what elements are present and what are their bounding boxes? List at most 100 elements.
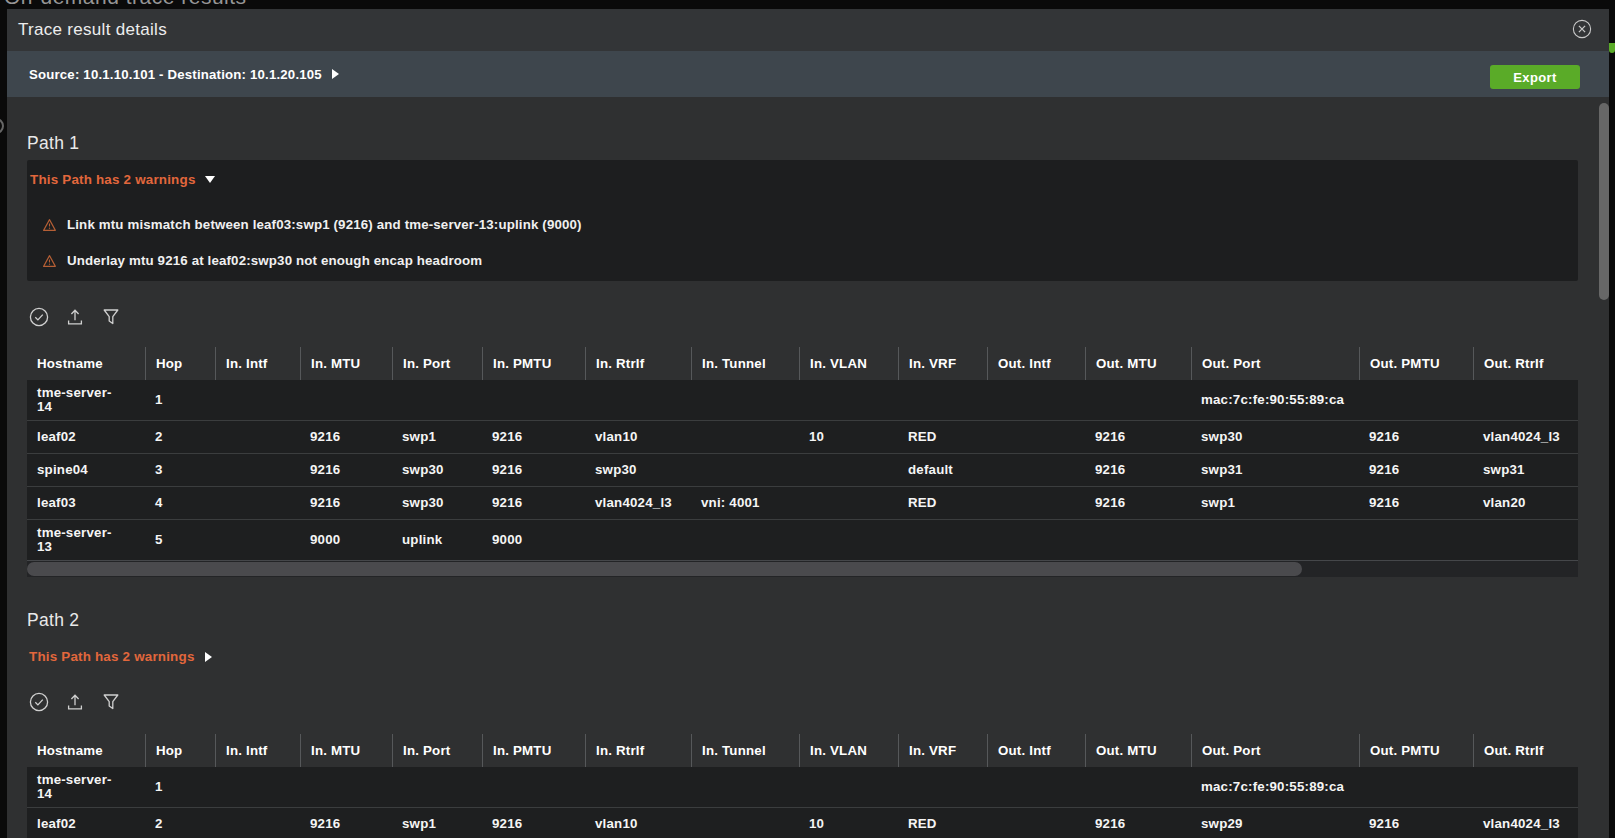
table-cell: swp1 (1191, 487, 1359, 519)
table-cell: vni: 4001 (691, 487, 799, 519)
table-cell: swp31 (1191, 454, 1359, 486)
background-partial-icon (0, 118, 4, 134)
column-header[interactable]: In. MTU (300, 347, 392, 380)
filter-icon[interactable] (101, 692, 121, 712)
table-cell (1359, 767, 1473, 807)
table-cell (215, 421, 300, 453)
column-header[interactable]: Out. MTU (1085, 734, 1191, 767)
column-header[interactable]: In. VRF (898, 734, 987, 767)
table-cell: vlan20 (1473, 487, 1578, 519)
table-cell (1085, 380, 1191, 420)
table-cell: 9216 (300, 487, 392, 519)
column-header[interactable]: Hop (145, 347, 215, 380)
table-row[interactable]: tme-server-1359000uplink9000 (27, 519, 1578, 560)
table-cell: 9216 (1085, 808, 1191, 838)
table-cell: swp1 (392, 421, 482, 453)
collapse-caret-icon[interactable] (205, 176, 215, 183)
column-header[interactable]: In. RtrIf (585, 734, 691, 767)
table-cell: tme-server-14 (27, 380, 145, 420)
column-header[interactable]: In. RtrIf (585, 347, 691, 380)
table-cell: 1 (145, 380, 215, 420)
table-cell (1359, 520, 1473, 560)
table-cell (300, 767, 392, 807)
table-cell: leaf02 (27, 808, 145, 838)
table-cell (799, 767, 898, 807)
table-cell: vlan4024_l3 (1473, 421, 1578, 453)
table-cell (987, 767, 1085, 807)
upload-icon[interactable] (65, 307, 85, 327)
table-cell: 9216 (1085, 421, 1191, 453)
table-row[interactable]: tme-server-141mac:7c:fe:90:55:89:ca (27, 767, 1578, 807)
column-header[interactable]: Out. PMTU (1359, 734, 1473, 767)
column-header[interactable]: In. VLAN (799, 734, 898, 767)
export-button[interactable]: Export (1490, 65, 1580, 89)
column-header[interactable]: In. VLAN (799, 347, 898, 380)
expand-caret-icon[interactable] (332, 69, 339, 79)
column-header[interactable]: Hostname (27, 347, 145, 380)
table-cell (585, 380, 691, 420)
path2-warning-summary[interactable]: This Path has 2 warnings (29, 649, 212, 664)
upload-icon[interactable] (65, 692, 85, 712)
table-cell: 9216 (482, 421, 585, 453)
table-cell (215, 487, 300, 519)
table-cell: swp30 (392, 454, 482, 486)
path1-warning-panel: This Path has 2 warnings Link mtu mismat… (27, 160, 1578, 281)
table-cell: swp30 (392, 487, 482, 519)
table-cell: mac:7c:fe:90:55:89:ca (1191, 380, 1359, 420)
column-header[interactable]: Out. Port (1191, 734, 1359, 767)
table-row[interactable]: leaf0229216swp19216vlan1010RED9216swp299… (27, 807, 1578, 838)
column-header[interactable]: In. Port (392, 347, 482, 380)
column-header[interactable]: Out. Port (1191, 347, 1359, 380)
column-header[interactable]: In. MTU (300, 734, 392, 767)
column-header[interactable]: Out. PMTU (1359, 347, 1473, 380)
column-header[interactable]: In. VRF (898, 347, 987, 380)
column-header[interactable]: Hop (145, 734, 215, 767)
table-cell (799, 454, 898, 486)
table-cell: tme-server-14 (27, 767, 145, 807)
table-row[interactable]: leaf0229216swp19216vlan1010RED9216swp309… (27, 420, 1578, 453)
column-header[interactable]: In. Tunnel (691, 347, 799, 380)
table-cell: vlan10 (585, 421, 691, 453)
horizontal-scrollbar-thumb[interactable] (27, 562, 1302, 576)
path1-warning-summary[interactable]: This Path has 2 warnings (30, 172, 1578, 187)
path2-toolbar (29, 692, 137, 712)
close-icon[interactable] (1572, 19, 1592, 39)
table-cell: 9216 (1085, 487, 1191, 519)
table-row[interactable]: tme-server-141 mac:7c:fe:90:55:89:ca (27, 380, 1578, 420)
table-cell: spine04 (27, 454, 145, 486)
column-header[interactable]: In. PMTU (482, 734, 585, 767)
column-header[interactable]: Out. Intf (987, 734, 1085, 767)
table-cell (215, 380, 300, 420)
column-header[interactable]: Out. MTU (1085, 347, 1191, 380)
column-header[interactable]: Hostname (27, 734, 145, 767)
path2-title: Path 2 (27, 610, 79, 631)
filter-icon[interactable] (101, 307, 121, 327)
table-row[interactable]: leaf0349216swp309216vlan4024_l3vni: 4001… (27, 486, 1578, 519)
table-cell: leaf03 (27, 487, 145, 519)
check-circle-icon[interactable] (29, 307, 49, 327)
column-header[interactable]: In. Tunnel (691, 734, 799, 767)
table-cell: swp31 (1473, 454, 1578, 486)
trace-summary-bar[interactable]: Source: 10.1.10.101 - Destination: 10.1.… (7, 51, 1609, 97)
path2-table: HostnameHopIn. IntfIn. MTUIn. PortIn. PM… (27, 734, 1578, 838)
table-cell (215, 454, 300, 486)
table-cell (691, 421, 799, 453)
check-circle-icon[interactable] (29, 692, 49, 712)
column-header[interactable]: In. PMTU (482, 347, 585, 380)
column-header[interactable]: Out. RtrIf (1473, 347, 1578, 380)
column-header[interactable]: In. Intf (215, 734, 300, 767)
column-header[interactable]: In. Port (392, 734, 482, 767)
column-header[interactable]: Out. Intf (987, 347, 1085, 380)
background-page-title: On-demand trace results (4, 0, 247, 9)
table-row[interactable]: spine0439216swp309216swp30default9216swp… (27, 453, 1578, 486)
table-cell (392, 767, 482, 807)
expand-caret-icon[interactable] (205, 652, 212, 662)
table-cell (1473, 767, 1578, 807)
table-cell: 10 (799, 808, 898, 838)
background-green-fragment (1609, 43, 1615, 53)
path1-title: Path 1 (27, 133, 79, 154)
vertical-scrollbar-thumb[interactable] (1599, 103, 1609, 300)
column-header[interactable]: In. Intf (215, 347, 300, 380)
column-header[interactable]: Out. RtrIf (1473, 734, 1578, 767)
horizontal-scrollbar[interactable] (27, 560, 1578, 577)
